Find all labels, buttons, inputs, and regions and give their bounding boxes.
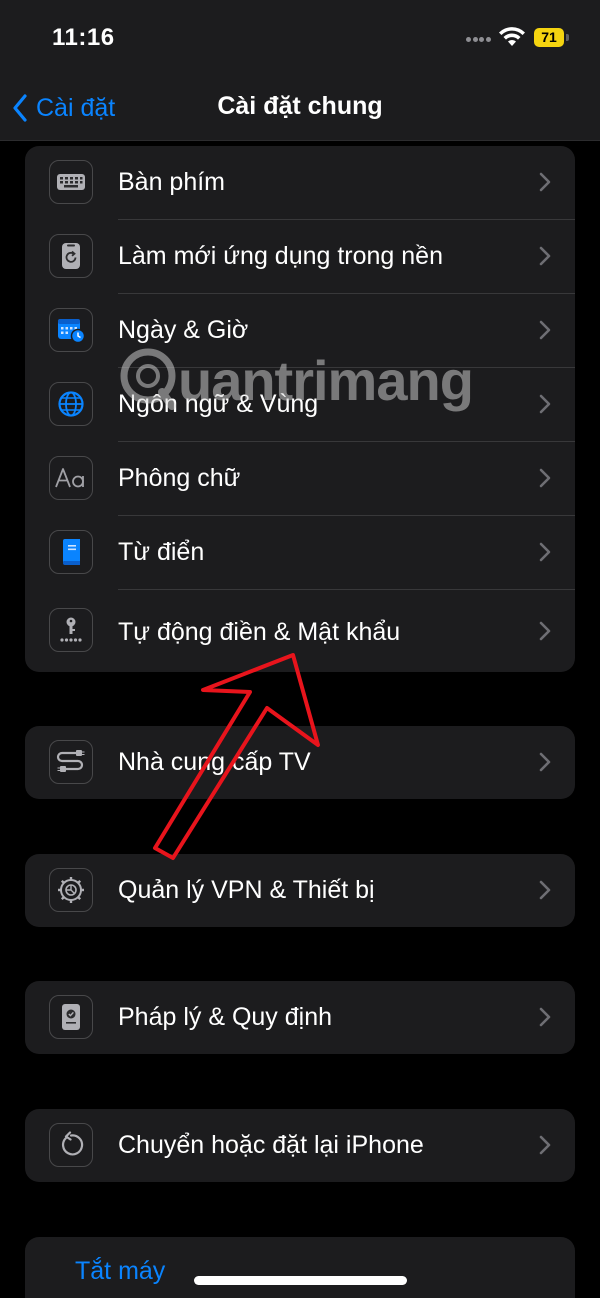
settings-group-main: Bàn phím Làm mới ứng dụng trong nền Ngày… <box>25 146 575 672</box>
status-bar: 11:16 71 <box>0 0 600 78</box>
settings-row-transfer-reset[interactable]: Chuyển hoặc đặt lại iPhone <box>25 1109 575 1182</box>
settings-group-tv-provider: Nhà cung cấp TV <box>25 726 575 799</box>
settings-row-date-time[interactable]: Ngày & Giờ <box>25 294 575 368</box>
settings-group-vpn: Quản lý VPN & Thiết bị <box>25 854 575 927</box>
settings-row-label: Tự động điền & Mật khẩu <box>118 618 401 646</box>
settings-row-label: Từ điển <box>118 538 205 566</box>
page-title: Cài đặt chung <box>217 92 383 120</box>
chevron-right-icon <box>539 172 551 192</box>
shutdown-button[interactable]: Tắt máy <box>75 1257 165 1286</box>
battery-icon: 71 <box>534 28 570 47</box>
chevron-right-icon <box>539 542 551 562</box>
keyboard-icon <box>49 160 93 204</box>
settings-row-label: Chuyển hoặc đặt lại iPhone <box>118 1131 424 1159</box>
settings-row-vpn-device-management[interactable]: Quản lý VPN & Thiết bị <box>25 854 575 927</box>
settings-row-fonts[interactable]: Phông chữ <box>25 442 575 516</box>
settings-row-language-region[interactable]: Ngôn ngữ & Vùng <box>25 368 575 442</box>
settings-screen: 11:16 71 Cài đặt Cài đặt chung Bàn phím … <box>0 0 600 1298</box>
navigation-bar: Cài đặt Cài đặt chung <box>0 78 600 141</box>
globe-icon <box>49 382 93 426</box>
settings-row-keyboard[interactable]: Bàn phím <box>25 146 575 220</box>
chevron-right-icon <box>539 468 551 488</box>
settings-row-autofill-passwords[interactable]: Tự động điền & Mật khẩu <box>25 590 575 672</box>
font-aa-icon <box>49 456 93 500</box>
settings-row-label: Ngôn ngữ & Vùng <box>118 390 319 418</box>
wifi-icon <box>499 27 525 46</box>
settings-row-label: Ngày & Giờ <box>118 316 249 344</box>
settings-row-legal-regulatory[interactable]: Pháp lý & Quy định <box>25 981 575 1054</box>
chevron-right-icon <box>539 1007 551 1027</box>
chevron-right-icon <box>539 394 551 414</box>
home-indicator[interactable] <box>194 1276 407 1285</box>
settings-group-transfer-reset: Chuyển hoặc đặt lại iPhone <box>25 1109 575 1182</box>
status-time: 11:16 <box>52 24 115 51</box>
chevron-right-icon <box>539 1135 551 1155</box>
tv-provider-icon <box>49 740 93 784</box>
settings-group-legal: Pháp lý & Quy định <box>25 981 575 1054</box>
settings-row-background-refresh[interactable]: Làm mới ứng dụng trong nền <box>25 220 575 294</box>
book-icon <box>49 530 93 574</box>
settings-row-dictionary[interactable]: Từ điển <box>25 516 575 590</box>
chevron-right-icon <box>539 246 551 266</box>
chevron-right-icon <box>539 880 551 900</box>
background-refresh-icon <box>49 234 93 278</box>
reset-icon <box>49 1123 93 1167</box>
settings-row-label: Quản lý VPN & Thiết bị <box>118 876 375 904</box>
settings-row-label: Bàn phím <box>118 168 226 196</box>
battery-level: 71 <box>534 28 564 47</box>
settings-row-label: Nhà cung cấp TV <box>118 748 311 776</box>
chevron-right-icon <box>539 320 551 340</box>
calendar-clock-icon <box>49 308 93 352</box>
key-icon <box>49 608 93 652</box>
settings-row-tv-provider[interactable]: Nhà cung cấp TV <box>25 726 575 799</box>
chevron-right-icon <box>539 752 551 772</box>
settings-group-shutdown: Tắt máy <box>25 1237 575 1298</box>
settings-row-label: Phông chữ <box>118 464 241 492</box>
chevron-right-icon <box>539 621 551 641</box>
settings-row-label: Pháp lý & Quy định <box>118 1003 333 1031</box>
settings-row-label: Làm mới ứng dụng trong nền <box>118 242 443 270</box>
signal-dots-icon <box>466 37 492 43</box>
legal-document-icon <box>49 995 93 1039</box>
gear-icon <box>49 868 93 912</box>
